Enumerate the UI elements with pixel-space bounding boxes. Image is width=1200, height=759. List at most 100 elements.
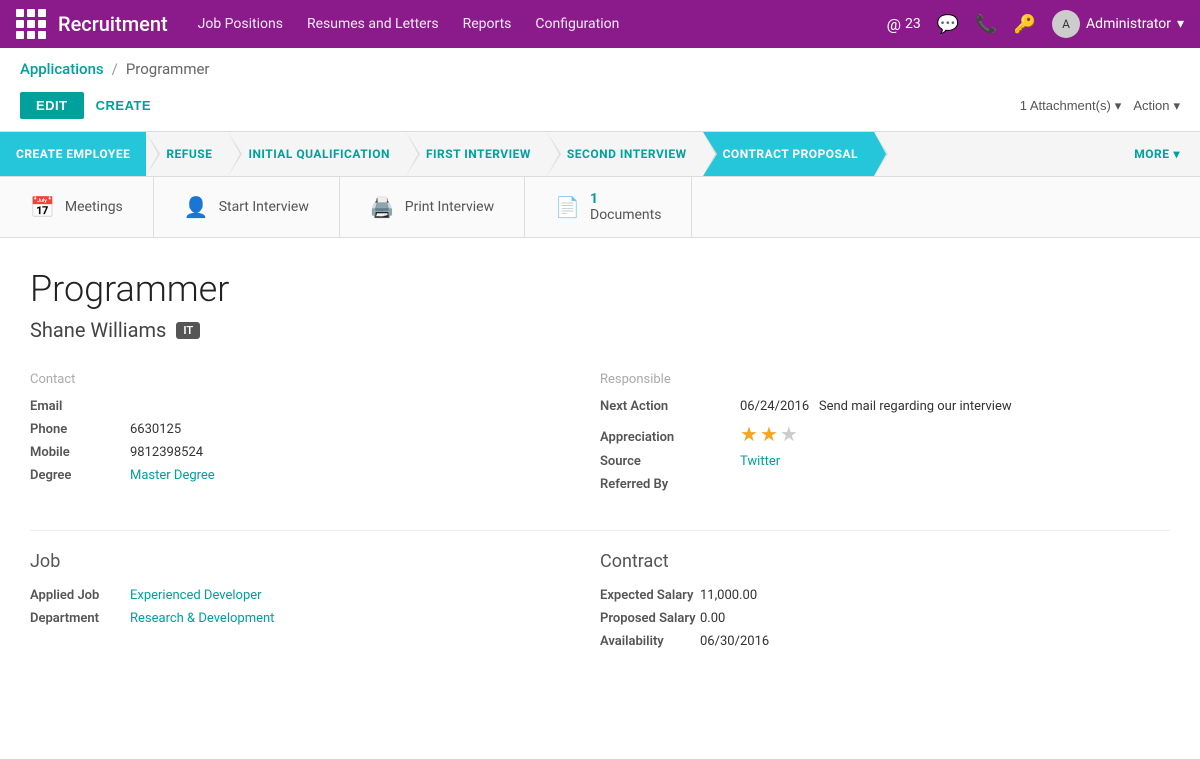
chevron-down-icon: ▾ <box>1173 147 1180 161</box>
job-contract-row: Job Applied Job Experienced Developer De… <box>30 551 1170 657</box>
nav-configuration[interactable]: Configuration <box>535 16 619 32</box>
degree-row: Degree Master Degree <box>30 468 600 483</box>
degree-value[interactable]: Master Degree <box>130 468 215 483</box>
nav-links: Job Positions Resumes and Letters Report… <box>198 16 887 32</box>
email-row: Email <box>30 399 600 414</box>
department-row: Department Research & Development <box>30 611 600 626</box>
chevron-down-icon: ▾ <box>1115 98 1122 114</box>
job-section: Job Applied Job Experienced Developer De… <box>30 551 600 657</box>
stage-more[interactable]: MORE ▾ <box>1114 132 1200 176</box>
source-label: Source <box>600 454 740 469</box>
next-action-label: Next Action <box>600 399 740 414</box>
applicant-name: Shane Williams <box>30 318 166 342</box>
admin-menu[interactable]: A Administrator ▾ <box>1052 10 1184 38</box>
responsible-section: Responsible Next Action 06/24/2016 Send … <box>600 372 1170 500</box>
attachment-button[interactable]: 1 Attachment(s) ▾ <box>1020 98 1122 114</box>
applied-job-value[interactable]: Experienced Developer <box>130 588 262 603</box>
phone-row: Phone 6630125 <box>30 422 600 437</box>
stage-second-interview[interactable]: SECOND INTERVIEW <box>547 132 703 176</box>
phone-icon[interactable]: 📞 <box>975 14 997 35</box>
stage-initial-qualification[interactable]: INITIAL QUALIFICATION <box>228 132 406 176</box>
department-badge: IT <box>176 322 200 339</box>
availability-label: Availability <box>600 634 700 649</box>
expected-salary-label: Expected Salary <box>600 588 700 603</box>
nav-job-positions[interactable]: Job Positions <box>198 16 283 32</box>
degree-label: Degree <box>30 468 130 483</box>
breadcrumb-current: Programmer <box>126 60 210 78</box>
applied-job-row: Applied Job Experienced Developer <box>30 588 600 603</box>
proposed-salary-label: Proposed Salary <box>600 611 700 626</box>
applicant-name-row: Shane Williams IT <box>30 318 1170 342</box>
job-title: Programmer <box>30 268 1170 310</box>
source-row: Source Twitter <box>600 454 1170 469</box>
proposed-salary-value: 0.00 <box>700 611 725 626</box>
contact-section-title: Contact <box>30 372 600 387</box>
info-grid: Contact Email Phone 6630125 Mobile 98123… <box>30 372 1170 500</box>
app-grid-icon[interactable] <box>16 9 46 39</box>
login-icon[interactable]: 🔑 <box>1014 14 1036 35</box>
expected-salary-value: 11,000.00 <box>700 588 757 603</box>
availability-value: 06/30/2016 <box>700 634 769 649</box>
create-button[interactable]: CREATE <box>96 98 151 113</box>
stage-first-interview[interactable]: FIRST INTERVIEW <box>406 132 547 176</box>
breadcrumb-applications[interactable]: Applications <box>20 60 104 78</box>
breadcrumb: Applications / Programmer <box>0 48 1200 86</box>
source-value[interactable]: Twitter <box>740 454 780 469</box>
main-content: Programmer Shane Williams IT Contact Ema… <box>0 238 1200 677</box>
star-3[interactable]: ★ <box>780 422 798 446</box>
nav-resumes-letters[interactable]: Resumes and Letters <box>307 16 439 32</box>
expected-salary-row: Expected Salary 11,000.00 <box>600 588 1170 603</box>
breadcrumb-separator: / <box>112 60 118 78</box>
chevron-down-icon: ▾ <box>1173 98 1180 114</box>
contract-section: Contract Expected Salary 11,000.00 Propo… <box>600 551 1170 657</box>
printer-icon: 🖨️ <box>370 195 395 219</box>
job-section-heading: Job <box>30 551 600 572</box>
at-icon: @ <box>887 15 901 34</box>
chat-icon[interactable]: 💬 <box>937 14 959 35</box>
referred-by-row: Referred By <box>600 477 1170 492</box>
print-interview-button[interactable]: 🖨️ Print Interview <box>340 177 525 237</box>
contact-section: Contact Email Phone 6630125 Mobile 98123… <box>30 372 600 500</box>
next-action-value: 06/24/2016 Send mail regarding our inter… <box>740 399 1012 414</box>
appreciation-row: Appreciation ★ ★ ★ <box>600 422 1170 446</box>
appreciation-stars: ★ ★ ★ <box>740 422 798 446</box>
star-2[interactable]: ★ <box>760 422 778 446</box>
document-icon: 📄 <box>555 195 580 219</box>
phone-value: 6630125 <box>130 422 181 437</box>
referred-by-label: Referred By <box>600 477 740 492</box>
activity-bar: 📅 Meetings 👤 Start Interview 🖨️ Print In… <box>0 177 1200 238</box>
meetings-button[interactable]: 📅 Meetings <box>0 177 154 237</box>
mobile-value: 9812398524 <box>130 445 203 460</box>
responsible-section-title: Responsible <box>600 372 1170 387</box>
pipeline-stages: CREATE EMPLOYEE REFUSE INITIAL QUALIFICA… <box>0 131 1200 177</box>
department-value[interactable]: Research & Development <box>130 611 274 626</box>
chevron-down-icon: ▾ <box>1177 16 1184 32</box>
avatar: A <box>1052 10 1080 38</box>
start-interview-button[interactable]: 👤 Start Interview <box>154 177 340 237</box>
availability-row: Availability 06/30/2016 <box>600 634 1170 649</box>
top-navigation: Recruitment Job Positions Resumes and Le… <box>0 0 1200 48</box>
brand-name: Recruitment <box>58 12 168 36</box>
stage-contract-proposal[interactable]: CONTRACT PROPOSAL <box>703 132 874 176</box>
phone-label: Phone <box>30 422 130 437</box>
email-label: Email <box>30 399 130 414</box>
person-icon: 👤 <box>184 195 209 219</box>
stage-create-employee[interactable]: CREATE EMPLOYEE <box>0 132 146 176</box>
edit-button[interactable]: EDIT <box>20 92 84 119</box>
documents-button[interactable]: 📄 1 Documents <box>525 177 692 237</box>
mobile-row: Mobile 9812398524 <box>30 445 600 460</box>
mobile-label: Mobile <box>30 445 130 460</box>
department-label: Department <box>30 611 130 626</box>
contract-section-heading: Contract <box>600 551 1170 572</box>
nav-reports[interactable]: Reports <box>463 16 512 32</box>
proposed-salary-row: Proposed Salary 0.00 <box>600 611 1170 626</box>
notification-badge[interactable]: @ 23 <box>887 15 921 34</box>
appreciation-label: Appreciation <box>600 430 740 445</box>
nav-right: @ 23 💬 📞 🔑 A Administrator ▾ <box>887 10 1184 38</box>
action-button[interactable]: Action ▾ <box>1133 98 1180 114</box>
next-action-row: Next Action 06/24/2016 Send mail regardi… <box>600 399 1170 414</box>
star-1[interactable]: ★ <box>740 422 758 446</box>
applied-job-label: Applied Job <box>30 588 130 603</box>
section-divider <box>30 530 1170 531</box>
action-bar: EDIT CREATE 1 Attachment(s) ▾ Action ▾ <box>0 86 1200 131</box>
